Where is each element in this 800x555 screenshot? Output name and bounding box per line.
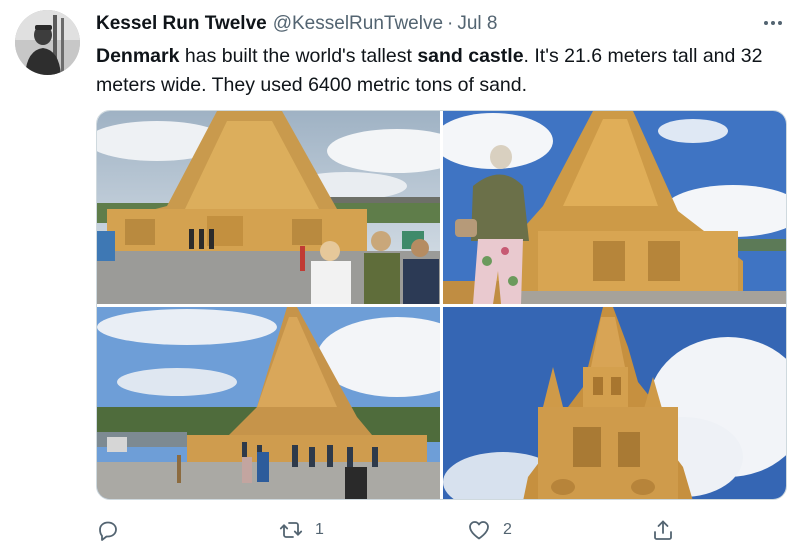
sand-castle-photo	[97, 307, 440, 499]
media-grid	[96, 110, 787, 500]
media-photo-3[interactable]	[97, 307, 440, 499]
tweet-actions: 1 2	[96, 512, 716, 548]
author-handle[interactable]: @KesselRunTwelve	[273, 13, 443, 35]
media-photo-4[interactable]	[443, 307, 786, 499]
sand-castle-photo	[97, 111, 440, 304]
share-button[interactable]	[651, 512, 675, 548]
like-button[interactable]: 2	[467, 512, 512, 548]
share-icon	[654, 520, 672, 540]
tweet-card[interactable]: Kessel Run Twelve @KesselRunTwelve · Jul…	[0, 0, 800, 555]
avatar[interactable]	[15, 10, 80, 75]
retweet-button[interactable]: 1	[279, 512, 324, 548]
tweet-text-bold-denmark: Denmark	[96, 45, 180, 67]
heart-icon	[469, 521, 489, 540]
tweet-text: Denmark has built the world's tallest sa…	[96, 42, 776, 100]
reply-icon	[99, 521, 117, 541]
media-photo-1[interactable]	[97, 111, 440, 304]
retweet-icon	[279, 522, 303, 538]
sand-castle-photo	[443, 111, 786, 304]
more-options-button[interactable]	[760, 12, 786, 34]
like-count: 2	[503, 521, 512, 538]
reply-button[interactable]	[96, 512, 132, 548]
tweet-date[interactable]: Jul 8	[457, 13, 497, 35]
retweet-count: 1	[315, 521, 324, 538]
media-photo-2[interactable]	[443, 111, 786, 304]
tweet-header: Kessel Run Twelve @KesselRunTwelve · Jul…	[96, 12, 498, 36]
more-horizontal-icon	[763, 21, 784, 25]
header-separator: ·	[447, 13, 454, 34]
author-display-name[interactable]: Kessel Run Twelve	[96, 13, 267, 35]
tweet-text-bold-sand-castle: sand castle	[417, 45, 524, 67]
sand-castle-photo	[443, 307, 786, 499]
avatar-image	[15, 10, 80, 75]
tweet-text-segment: has built the world's tallest	[179, 45, 418, 67]
